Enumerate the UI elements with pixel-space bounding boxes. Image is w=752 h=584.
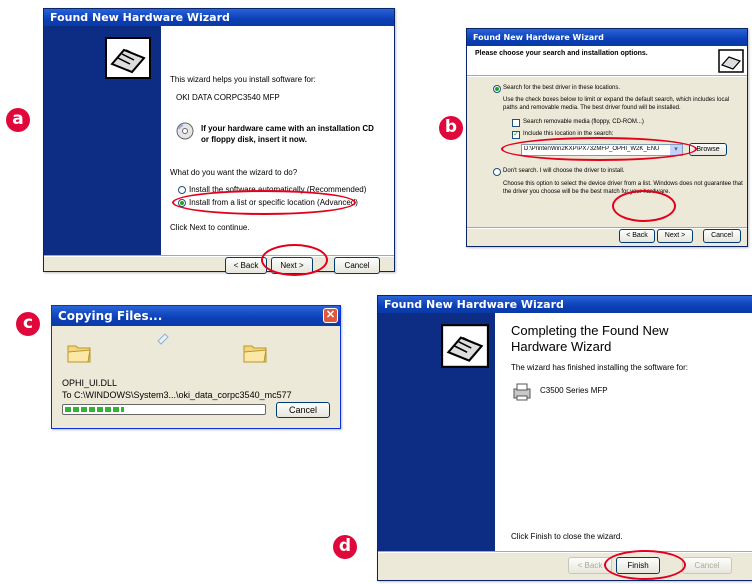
window-title: Found New Hardware Wizard — [44, 9, 394, 26]
progress-bar — [62, 404, 266, 415]
finished-text: The wizard has finished installing the s… — [511, 363, 688, 372]
continue-hint: Click Next to continue. — [170, 223, 250, 232]
device-name: C3500 Series MFP — [540, 386, 608, 395]
cd-hint-line2: or floppy disk, insert it now. — [201, 135, 307, 144]
wizard-window-a: Found New Hardware Wizard This wizard he… — [43, 8, 395, 274]
dont-search-label[interactable]: Don't search. I will choose the driver t… — [503, 168, 625, 174]
checkbox-include[interactable]: ✓ — [512, 131, 520, 139]
badge-b: b — [439, 116, 463, 140]
question-text: What do you want the wizard to do? — [170, 168, 298, 177]
window-title: Found New Hardware Wizard — [378, 296, 752, 313]
dont-desc-line1: Choose this option to select the device … — [503, 181, 743, 187]
cd-hint-line1: If your hardware came with an installati… — [201, 124, 374, 133]
window-title: Found New Hardware Wizard — [467, 29, 747, 46]
cancel-button[interactable]: Cancel — [682, 557, 732, 574]
back-button[interactable]: < Back — [619, 229, 655, 243]
removable-label[interactable]: Search removable media (floppy, CD-ROM..… — [523, 119, 644, 125]
device-name: OKI DATA CORPC3540 MFP — [176, 93, 280, 102]
options-heading: Please choose your search and installati… — [475, 50, 648, 57]
highlight-next-button — [261, 244, 328, 276]
printer-icon — [513, 383, 531, 401]
hardware-box-icon — [441, 324, 489, 368]
search-desc-line1: Use the check boxes below to limit or ex… — [503, 97, 730, 103]
button-separator — [378, 551, 752, 553]
search-option-label[interactable]: Search for the best driver in these loca… — [503, 85, 620, 91]
radio-dont-search[interactable] — [493, 168, 501, 176]
window-title: Copying Files... — [52, 306, 340, 326]
radio-install-auto[interactable] — [178, 186, 186, 194]
cancel-button[interactable]: Cancel — [334, 257, 380, 274]
cancel-button[interactable]: Cancel — [276, 402, 330, 418]
badge-d: d — [333, 535, 357, 559]
highlight-finish-button — [604, 550, 686, 580]
destination-path: To C:\WINDOWS\System3...\oki_data_corpc3… — [62, 390, 292, 400]
next-button[interactable]: Next > — [657, 229, 693, 243]
highlight-list-option — [172, 190, 356, 215]
destination-folder-icon — [243, 345, 267, 363]
copying-files-window: Copying Files... ✕ OPHI_UI.DLL To C:\WIN… — [51, 305, 341, 429]
checkbox-removable[interactable] — [512, 119, 520, 127]
wizard-side-banner — [44, 26, 161, 255]
badge-c: c — [16, 312, 40, 336]
source-folder-icon — [67, 345, 91, 363]
hardware-box-icon — [718, 49, 744, 73]
flying-paper-icon — [157, 333, 169, 345]
highlight-empty-area — [612, 190, 676, 222]
wizard-window-d: Found New Hardware Wizard Completing the… — [377, 295, 752, 581]
search-desc-line2: paths and removable media. The best driv… — [503, 105, 681, 111]
cancel-button[interactable]: Cancel — [703, 229, 741, 243]
hardware-box-icon — [105, 37, 151, 79]
highlight-path-field — [501, 137, 697, 161]
file-name: OPHI_UI.DLL — [62, 378, 118, 388]
intro-text: This wizard helps you install software f… — [170, 75, 316, 84]
close-icon[interactable]: ✕ — [323, 308, 338, 323]
completion-heading-line2: Hardware Wizard — [511, 339, 612, 354]
progress-fill — [65, 407, 124, 412]
wizard-side-banner — [378, 313, 495, 551]
radio-search-best[interactable] — [493, 85, 501, 93]
badge-a: a — [6, 108, 30, 132]
header-separator — [467, 75, 747, 77]
close-hint: Click Finish to close the wizard. — [511, 532, 623, 541]
cd-icon — [176, 122, 194, 140]
completion-heading-line1: Completing the Found New — [511, 323, 669, 338]
